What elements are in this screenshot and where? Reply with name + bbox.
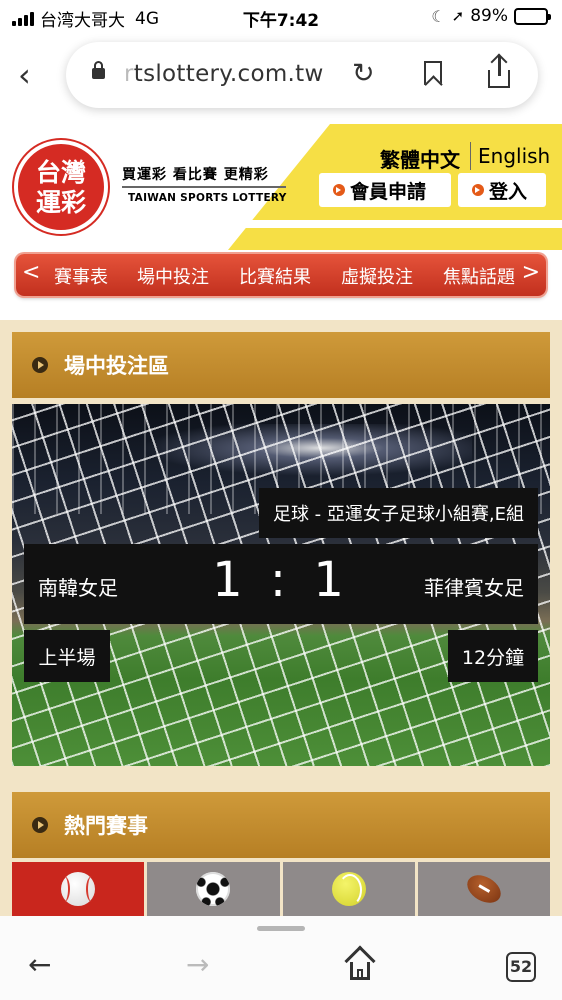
nav-next-arrow-icon[interactable]: > [522,260,540,285]
match-minute: 12分鐘 [448,630,538,682]
status-bar: 台湾大哥大 4G 下午7:42 ☾ ➚ 89% [0,0,562,34]
sport-tab-tennis[interactable] [282,862,415,922]
nav-item-results[interactable]: 比賽結果 [239,263,311,289]
logo-line-2: 運彩 [35,188,86,217]
site-slogan: 買運彩 看比賽 更精彩 [122,167,269,183]
moon-icon: ☾ [431,6,446,26]
nav-item-live-betting[interactable]: 場中投注 [137,263,209,289]
soccer-ball-icon [196,872,231,906]
login-label: 登入 [489,180,528,203]
address-bar[interactable]: rtslottery.com.tw ↻ [66,42,538,108]
battery-percent: 89% [470,6,508,26]
language-traditional-chinese[interactable]: 繁體中文 [380,144,460,173]
login-button[interactable]: 登入 [458,173,546,207]
back-arrow-icon[interactable]: ← [28,948,51,981]
site-slogan-english: TAIWAN SPORTS LOTTERY [128,192,287,204]
language-english[interactable]: English [478,144,550,168]
live-betting-header: 場中投注區 [12,332,550,398]
lock-icon [92,61,105,79]
tabs-count-button[interactable]: 52 [506,952,536,982]
location-arrow-icon: ➚ [451,7,465,25]
site-header: 台灣 運彩 買運彩 看比賽 更精彩 TAIWAN SPORTS LOTTERY … [0,124,562,250]
sport-tab-baseball[interactable] [12,862,145,922]
arrow-circle-icon [472,184,484,196]
sport-tab-football[interactable] [417,862,550,922]
baseball-icon [61,872,96,906]
member-signup-button[interactable]: 會員申請 [319,173,451,207]
battery-icon [514,7,551,25]
site-logo[interactable]: 台灣 運彩 [14,140,108,234]
browser-url-row: ‹ rtslottery.com.tw ↻ [0,40,562,110]
sport-tabs [12,862,550,922]
logo-line-1: 台灣 [35,158,86,187]
member-signup-label: 會員申請 [350,180,427,203]
hot-events-title: 熱門賽事 [64,814,148,838]
url-text[interactable]: rtslottery.com.tw [124,61,324,87]
browser-back-chevron-icon[interactable]: ‹ [18,56,31,94]
url-faded-prefix: r [124,61,134,87]
url-domain: tslottery.com.tw [133,61,324,87]
match-period: 上半場 [24,630,110,682]
nav-item-virtual-betting[interactable]: 虛擬投注 [341,263,413,289]
nav-prev-arrow-icon[interactable]: < [22,260,40,285]
arrow-circle-icon [333,184,345,196]
match-league: 足球 - 亞運女子足球小組賽,E組 [258,488,538,538]
hot-events-header: 熱門賽事 [12,792,550,858]
play-bullet-icon [32,817,48,833]
play-bullet-icon [32,357,48,373]
status-right: ☾ ➚ 89% [431,6,551,26]
scoreboard[interactable]: 南韓女足 1 : 1 菲律賓女足 [24,544,538,624]
language-divider [470,142,471,170]
browser-toolbar: ← → 52 [0,916,562,1000]
home-indicator [257,926,305,931]
bookmark-icon[interactable] [424,61,442,85]
nav-item-schedule[interactable]: 賽事表 [54,263,108,289]
header-stripe [236,220,562,228]
live-betting-title: 場中投注區 [64,354,169,378]
tennis-ball-icon [331,872,366,906]
slogan-divider [122,186,286,188]
home-icon[interactable] [344,945,376,980]
sport-tab-soccer[interactable] [147,862,280,922]
nav-item-topics[interactable]: 焦點話題 [443,263,515,289]
away-team: 菲律賓女足 [424,576,524,600]
american-football-icon [462,869,506,909]
share-icon[interactable] [486,53,512,88]
forward-arrow-icon[interactable]: → [186,948,209,981]
main-nav: < 賽事表 場中投注 比賽結果 虛擬投注 焦點話題 > [16,254,546,296]
nav-wrap: < 賽事表 場中投注 比賽結果 虛擬投注 焦點話題 > [0,250,562,320]
reload-icon[interactable]: ↻ [352,58,375,89]
